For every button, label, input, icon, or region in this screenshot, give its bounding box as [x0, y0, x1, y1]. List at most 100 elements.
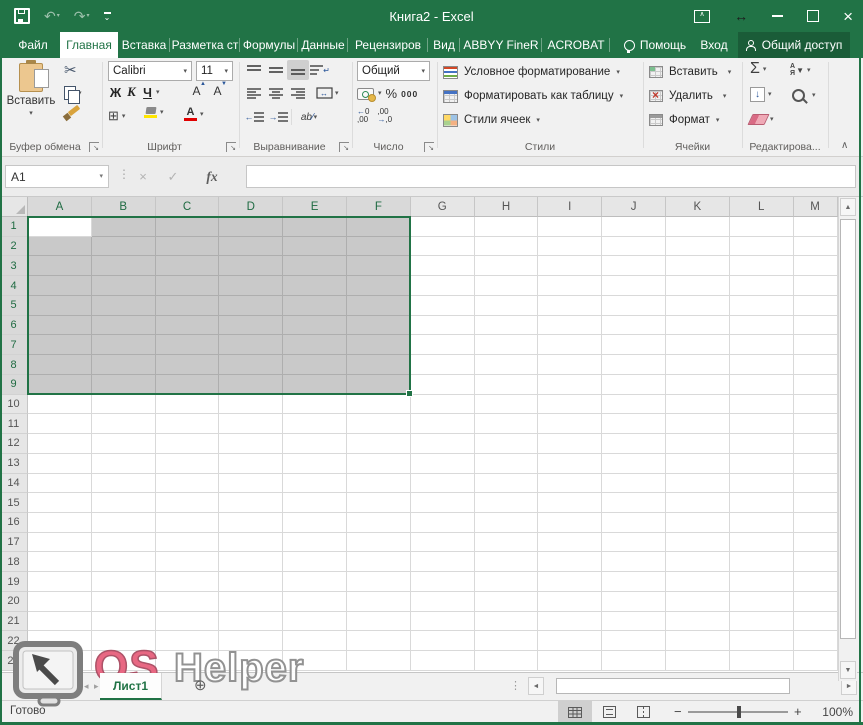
- cell-L3[interactable]: [730, 256, 794, 276]
- tab-formulas[interactable]: Формулы: [240, 32, 298, 58]
- column-header-F[interactable]: F: [347, 197, 411, 217]
- cell-B10[interactable]: [92, 395, 156, 415]
- tab-insert[interactable]: Вставка: [118, 32, 170, 58]
- cell-B7[interactable]: [92, 335, 156, 355]
- cell-C12[interactable]: [156, 434, 220, 454]
- comma-style-button[interactable]: 000: [401, 89, 418, 99]
- merge-center-button[interactable]: ↔: [309, 83, 335, 103]
- cell-K19[interactable]: [666, 572, 730, 592]
- cell-I20[interactable]: [538, 592, 602, 612]
- cell-F1[interactable]: [347, 217, 411, 237]
- cell-B20[interactable]: [92, 592, 156, 612]
- cell-G15[interactable]: [411, 493, 475, 513]
- cell-E12[interactable]: [283, 434, 347, 454]
- font-color-button[interactable]: А: [184, 107, 197, 121]
- cell-F7[interactable]: [347, 335, 411, 355]
- tab-review[interactable]: Рецензиров: [348, 32, 428, 58]
- new-sheet-button[interactable]: ⊕: [194, 676, 207, 694]
- clipboard-dialog-launcher[interactable]: ↘: [89, 142, 99, 152]
- cell-M20[interactable]: [794, 592, 838, 612]
- cell-D4[interactable]: [219, 276, 283, 296]
- cell-M15[interactable]: [794, 493, 838, 513]
- cell-E9[interactable]: [283, 375, 347, 395]
- cell-L5[interactable]: [730, 296, 794, 316]
- cell-B13[interactable]: [92, 454, 156, 474]
- cell-J1[interactable]: [602, 217, 666, 237]
- cell-K5[interactable]: [666, 296, 730, 316]
- cell-A4[interactable]: [28, 276, 92, 296]
- cell-B21[interactable]: [92, 612, 156, 632]
- zoom-out-button[interactable]: −: [674, 704, 682, 719]
- cell-I22[interactable]: [538, 631, 602, 651]
- cell-D13[interactable]: [219, 454, 283, 474]
- cell-B9[interactable]: [92, 375, 156, 395]
- bold-button[interactable]: Ж: [108, 86, 123, 100]
- vertical-scroll-thumb[interactable]: [840, 219, 856, 639]
- cell-I12[interactable]: [538, 434, 602, 454]
- cell-J10[interactable]: [602, 395, 666, 415]
- cell-E2[interactable]: [283, 237, 347, 257]
- cell-E3[interactable]: [283, 256, 347, 276]
- cell-G11[interactable]: [411, 414, 475, 434]
- number-format-combo[interactable]: Общий▾: [357, 61, 430, 81]
- cell-J23[interactable]: [602, 651, 666, 671]
- underline-caret-icon[interactable]: ▾: [156, 89, 160, 96]
- font-name-combo[interactable]: Calibri▾: [108, 61, 192, 81]
- cell-J2[interactable]: [602, 237, 666, 257]
- cell-D16[interactable]: [219, 513, 283, 533]
- cell-F22[interactable]: [347, 631, 411, 651]
- cell-G22[interactable]: [411, 631, 475, 651]
- cell-H11[interactable]: [475, 414, 539, 434]
- cell-C3[interactable]: [156, 256, 220, 276]
- cell-L23[interactable]: [730, 651, 794, 671]
- cell-B6[interactable]: [92, 316, 156, 336]
- cell-K15[interactable]: [666, 493, 730, 513]
- cell-J11[interactable]: [602, 414, 666, 434]
- cell-B22[interactable]: [92, 631, 156, 651]
- align-top-button[interactable]: [243, 60, 265, 80]
- horizontal-scrollbar[interactable]: [546, 677, 840, 695]
- decrease-indent-button[interactable]: ←: [243, 107, 265, 127]
- increase-decimal-button[interactable]: ←0,00: [357, 108, 369, 124]
- format-as-table-button[interactable]: Форматировать как таблицу▾: [443, 85, 623, 107]
- accounting-format-button[interactable]: [357, 88, 374, 100]
- cell-I18[interactable]: [538, 552, 602, 572]
- cell-C8[interactable]: [156, 355, 220, 375]
- row-header-13[interactable]: 13: [0, 454, 28, 474]
- cell-D22[interactable]: [219, 631, 283, 651]
- cell-B11[interactable]: [92, 414, 156, 434]
- insert-function-button[interactable]: fx: [196, 165, 228, 188]
- cell-F11[interactable]: [347, 414, 411, 434]
- cell-F6[interactable]: [347, 316, 411, 336]
- cell-D12[interactable]: [219, 434, 283, 454]
- page-layout-view-button[interactable]: [592, 701, 626, 723]
- cell-G18[interactable]: [411, 552, 475, 572]
- cell-B8[interactable]: [92, 355, 156, 375]
- cell-C7[interactable]: [156, 335, 220, 355]
- sheetbar-divider-dots[interactable]: ⋮: [510, 679, 521, 692]
- cell-E20[interactable]: [283, 592, 347, 612]
- cell-A12[interactable]: [28, 434, 92, 454]
- cell-A22[interactable]: [28, 631, 92, 651]
- cell-M3[interactable]: [794, 256, 838, 276]
- cell-G1[interactable]: [411, 217, 475, 237]
- cell-D10[interactable]: [219, 395, 283, 415]
- increase-indent-button[interactable]: →: [267, 107, 289, 127]
- cell-L13[interactable]: [730, 454, 794, 474]
- cell-G7[interactable]: [411, 335, 475, 355]
- row-header-10[interactable]: 10: [0, 395, 28, 415]
- minimize-button[interactable]: [772, 15, 783, 17]
- cell-G10[interactable]: [411, 395, 475, 415]
- cell-J14[interactable]: [602, 474, 666, 494]
- cell-B17[interactable]: [92, 533, 156, 553]
- row-header-2[interactable]: 2: [0, 237, 28, 257]
- cell-F2[interactable]: [347, 237, 411, 257]
- cell-B2[interactable]: [92, 237, 156, 257]
- decrease-decimal-button[interactable]: ,00→,0: [377, 108, 392, 124]
- cell-D15[interactable]: [219, 493, 283, 513]
- tab-home[interactable]: Главная: [60, 32, 118, 58]
- alignment-dialog-launcher[interactable]: ↘: [339, 142, 349, 152]
- cell-L22[interactable]: [730, 631, 794, 651]
- row-header-21[interactable]: 21: [0, 612, 28, 632]
- row-header-4[interactable]: 4: [0, 276, 28, 296]
